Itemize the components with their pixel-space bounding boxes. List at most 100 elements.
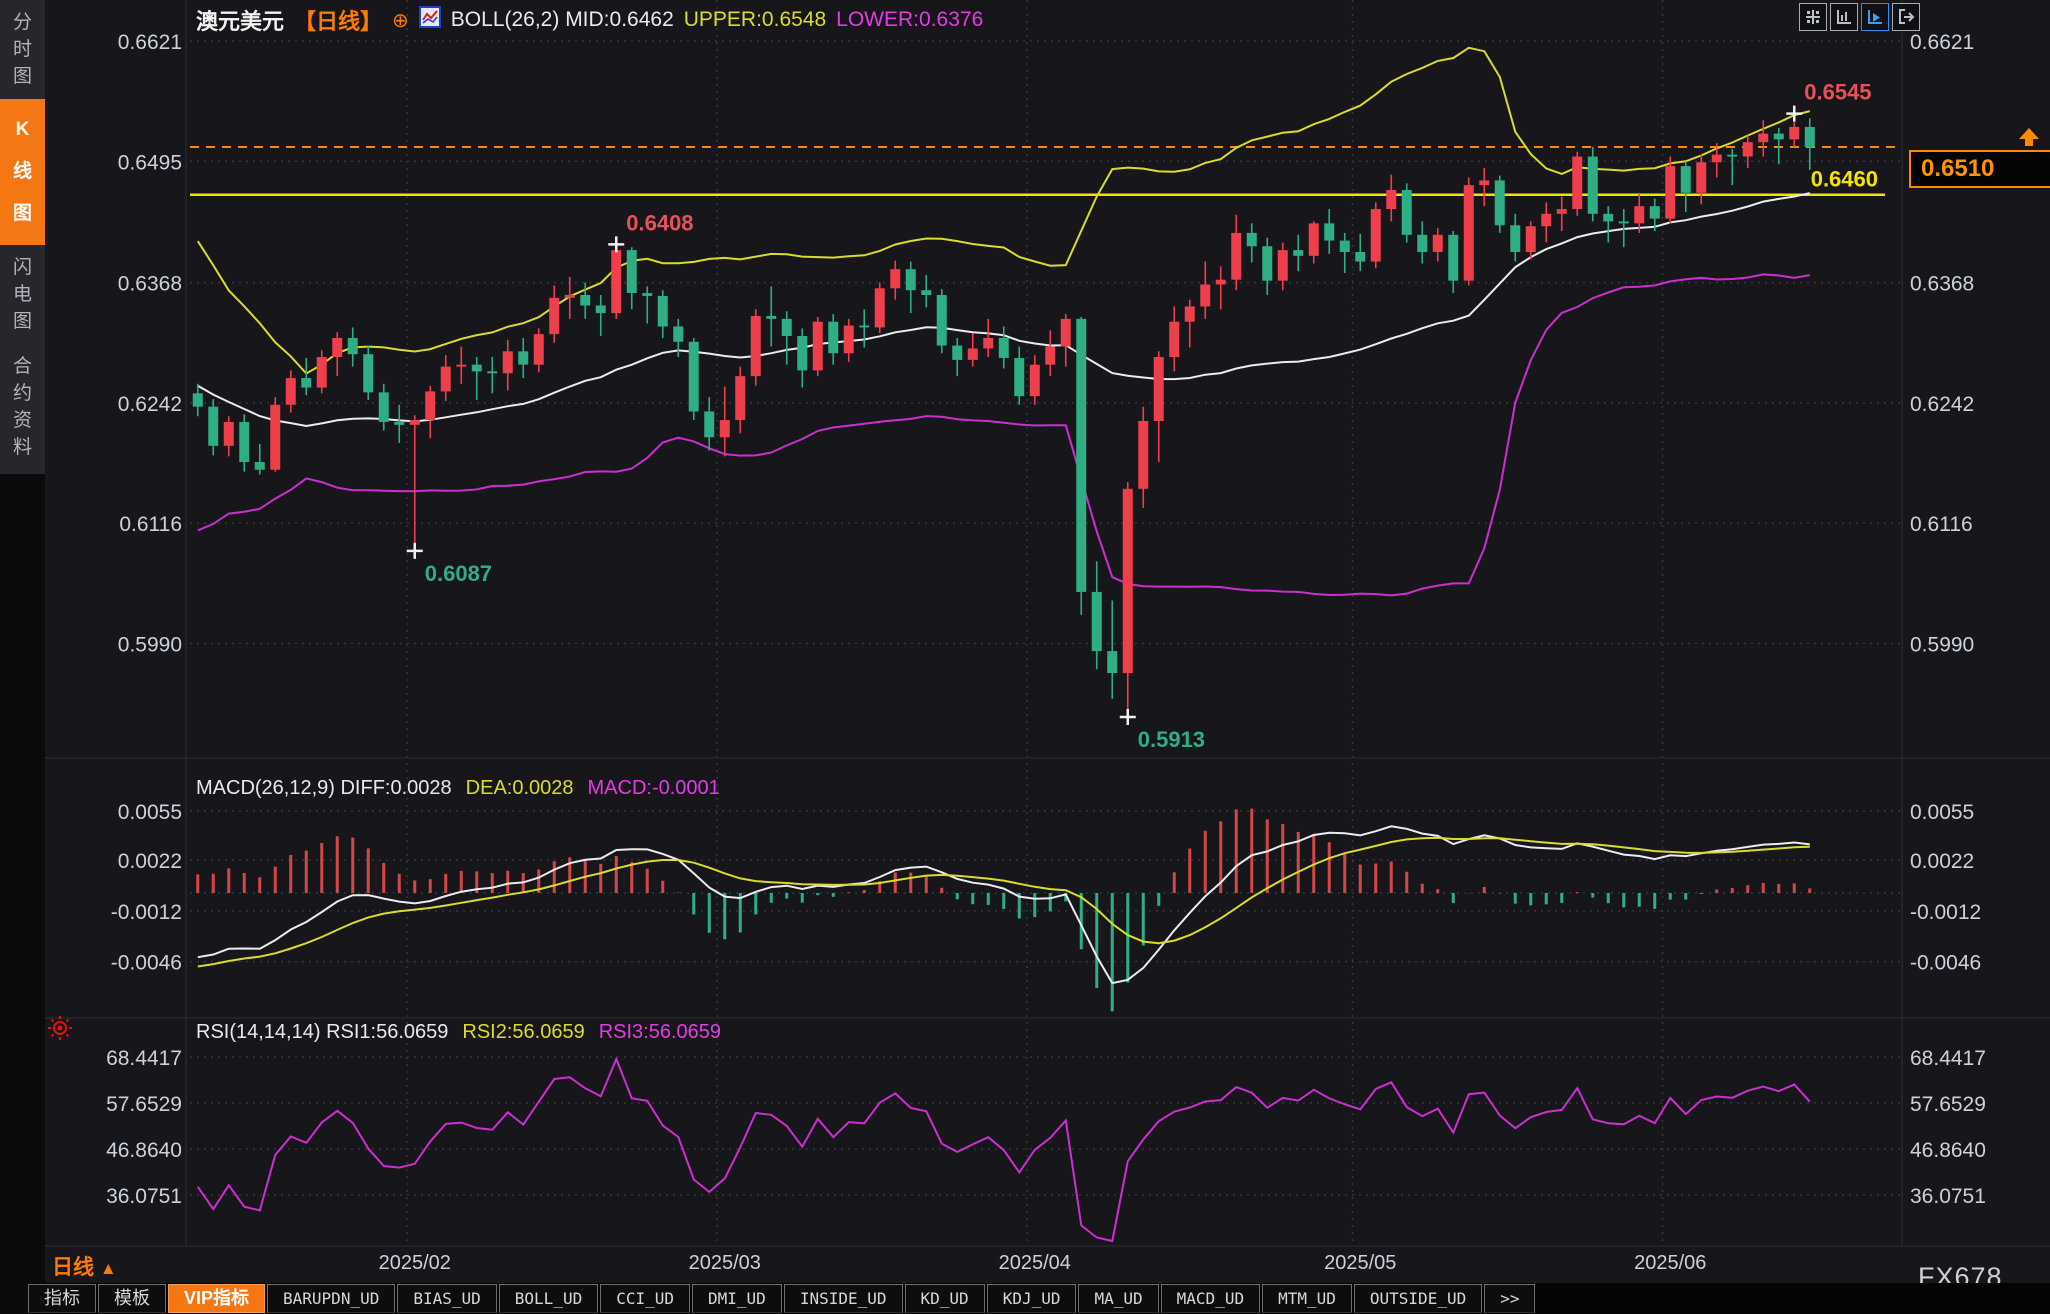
macd-axis-label-left: 0.0022 — [118, 850, 182, 873]
timeframe-arrow-icon: ▲ — [100, 1259, 117, 1278]
sidebar-item-闪电图[interactable]: 闪电图 — [0, 245, 45, 344]
candle-body — [1262, 246, 1272, 280]
candle-body — [782, 319, 792, 336]
candle-body — [1169, 322, 1179, 357]
sidebar-item-合约资料[interactable]: 合约资料 — [0, 344, 45, 470]
candle-body — [394, 422, 404, 425]
price-axis-label-left: 0.6368 — [118, 273, 182, 296]
mini-chart-icon[interactable] — [419, 6, 441, 34]
candle-body — [1495, 180, 1505, 225]
macd-axis-label-left: -0.0046 — [111, 952, 182, 975]
candle-body — [1247, 233, 1257, 246]
tab-MTM_UD[interactable]: MTM_UD — [1262, 1284, 1352, 1313]
tab-模板[interactable]: 模板 — [98, 1284, 166, 1313]
move-crosshair-icon[interactable] — [1799, 3, 1827, 31]
tab-KD_UD[interactable]: KD_UD — [905, 1284, 985, 1313]
sidebar-item-分时图[interactable]: 分时图 — [0, 0, 45, 99]
last-price-value: 0.6510 — [1921, 155, 1994, 183]
price-axis-label-right: 0.6368 — [1910, 273, 1974, 296]
price-axis-label-left: 0.6495 — [118, 151, 182, 174]
candle-body — [1665, 166, 1675, 219]
candle-body — [1340, 241, 1350, 252]
macd-axis-label-right: 0.0055 — [1910, 801, 1974, 824]
extreme-price-label: 0.6408 — [626, 210, 693, 235]
candle-body — [1014, 358, 1024, 396]
candle-body — [1092, 592, 1102, 651]
candle-body — [797, 336, 807, 370]
candle-body — [828, 322, 838, 354]
candle-body — [1727, 155, 1737, 157]
rsi-legend: RSI(14,14,14) RSI1:56.0659 RSI2:56.0659 … — [196, 1021, 721, 1044]
tab-BOLL_UD[interactable]: BOLL_UD — [499, 1284, 598, 1313]
chart-toolbar — [1796, 3, 1920, 31]
timeframe-selector[interactable]: 日线 ▲ — [52, 1251, 117, 1281]
timeframe-label: 日线 — [52, 1256, 94, 1279]
tab-指标[interactable]: 指标 — [28, 1284, 96, 1313]
macd-axis-label-left: -0.0012 — [111, 901, 182, 924]
tab-MACD_UD[interactable]: MACD_UD — [1161, 1284, 1260, 1313]
circle-plus-icon[interactable]: ⊕ — [392, 8, 409, 33]
price-axis-label-right: 0.5990 — [1910, 633, 1974, 656]
candle-body — [1402, 190, 1412, 235]
axis-play-icon[interactable] — [1861, 3, 1889, 31]
candle-body — [1107, 651, 1117, 673]
candle-body — [1278, 250, 1288, 281]
candle-body — [1789, 127, 1799, 139]
candle-body — [611, 250, 621, 313]
sidebar-spacer — [0, 474, 45, 1314]
candle-body — [1681, 166, 1691, 193]
tab-MA_UD[interactable]: MA_UD — [1078, 1284, 1158, 1313]
candle-body — [1588, 157, 1598, 214]
candle-body — [549, 298, 559, 334]
tab-BIAS_UD[interactable]: BIAS_UD — [397, 1284, 496, 1313]
candle-body — [1696, 162, 1706, 193]
candle-body — [193, 393, 203, 406]
tab-VIP指标[interactable]: VIP指标 — [168, 1284, 265, 1313]
candle-body — [379, 392, 389, 422]
extreme-price-label: 0.5913 — [1138, 727, 1205, 752]
candle-body — [720, 420, 730, 437]
candle-body — [1650, 206, 1660, 218]
boll-lower-value: LOWER:0.6376 — [836, 8, 983, 32]
chart-canvas[interactable]: 0.66210.66210.64950.64950.63680.63680.62… — [0, 0, 2050, 1314]
candle-body — [906, 269, 916, 290]
candle-body — [1433, 235, 1443, 252]
candle-body — [1061, 319, 1071, 347]
candle-body — [642, 293, 652, 296]
rsi-axis-label-left: 36.0751 — [106, 1185, 182, 1208]
candle-body — [1355, 252, 1365, 262]
candle-body — [286, 378, 296, 405]
chart-application-window: 0.66210.66210.64950.64950.63680.63680.62… — [0, 0, 2050, 1314]
rsi-line — [198, 1059, 1810, 1241]
candle-body — [735, 376, 745, 420]
axis-chart-icon[interactable] — [1830, 3, 1858, 31]
sidebar-item-K线图[interactable]: K线图 — [0, 99, 45, 245]
tab-BARUPDN_UD[interactable]: BARUPDN_UD — [267, 1284, 395, 1313]
candle-body — [999, 338, 1009, 358]
tab-KDJ_UD[interactable]: KDJ_UD — [987, 1284, 1077, 1313]
candle-body — [332, 338, 342, 357]
exit-chart-icon[interactable] — [1892, 3, 1920, 31]
candle-body — [1619, 221, 1629, 223]
candle-body — [1200, 284, 1210, 306]
date-axis-label: 2025/06 — [1634, 1252, 1706, 1274]
live-indicator-icon — [45, 1015, 75, 1050]
candle-body — [534, 334, 544, 365]
tab-CCI_UD[interactable]: CCI_UD — [600, 1284, 690, 1313]
tab-INSIDE_UD[interactable]: INSIDE_UD — [784, 1284, 903, 1313]
date-axis-label: 2025/04 — [999, 1252, 1071, 1274]
candle-body — [596, 305, 606, 313]
candle-body — [968, 348, 978, 359]
price-axis-label-left: 0.5990 — [118, 633, 182, 656]
main-chart-legend: 澳元美元 【日线】 ⊕ BOLL(26,2) MID:0.6462 UPPER:… — [196, 4, 983, 36]
price-axis-label-left: 0.6116 — [119, 513, 182, 536]
rsi-axis-label-right: 46.8640 — [1910, 1139, 1986, 1162]
period-tag[interactable]: 【日线】 — [294, 4, 382, 36]
candle-body — [751, 316, 761, 376]
tab-OUTSIDE_UD[interactable]: OUTSIDE_UD — [1354, 1284, 1482, 1313]
candle-body — [270, 405, 280, 470]
tab->>[interactable]: >> — [1484, 1284, 1535, 1313]
candle-body — [673, 326, 683, 341]
candle-body — [1123, 489, 1133, 673]
tab-DMI_UD[interactable]: DMI_UD — [692, 1284, 782, 1313]
